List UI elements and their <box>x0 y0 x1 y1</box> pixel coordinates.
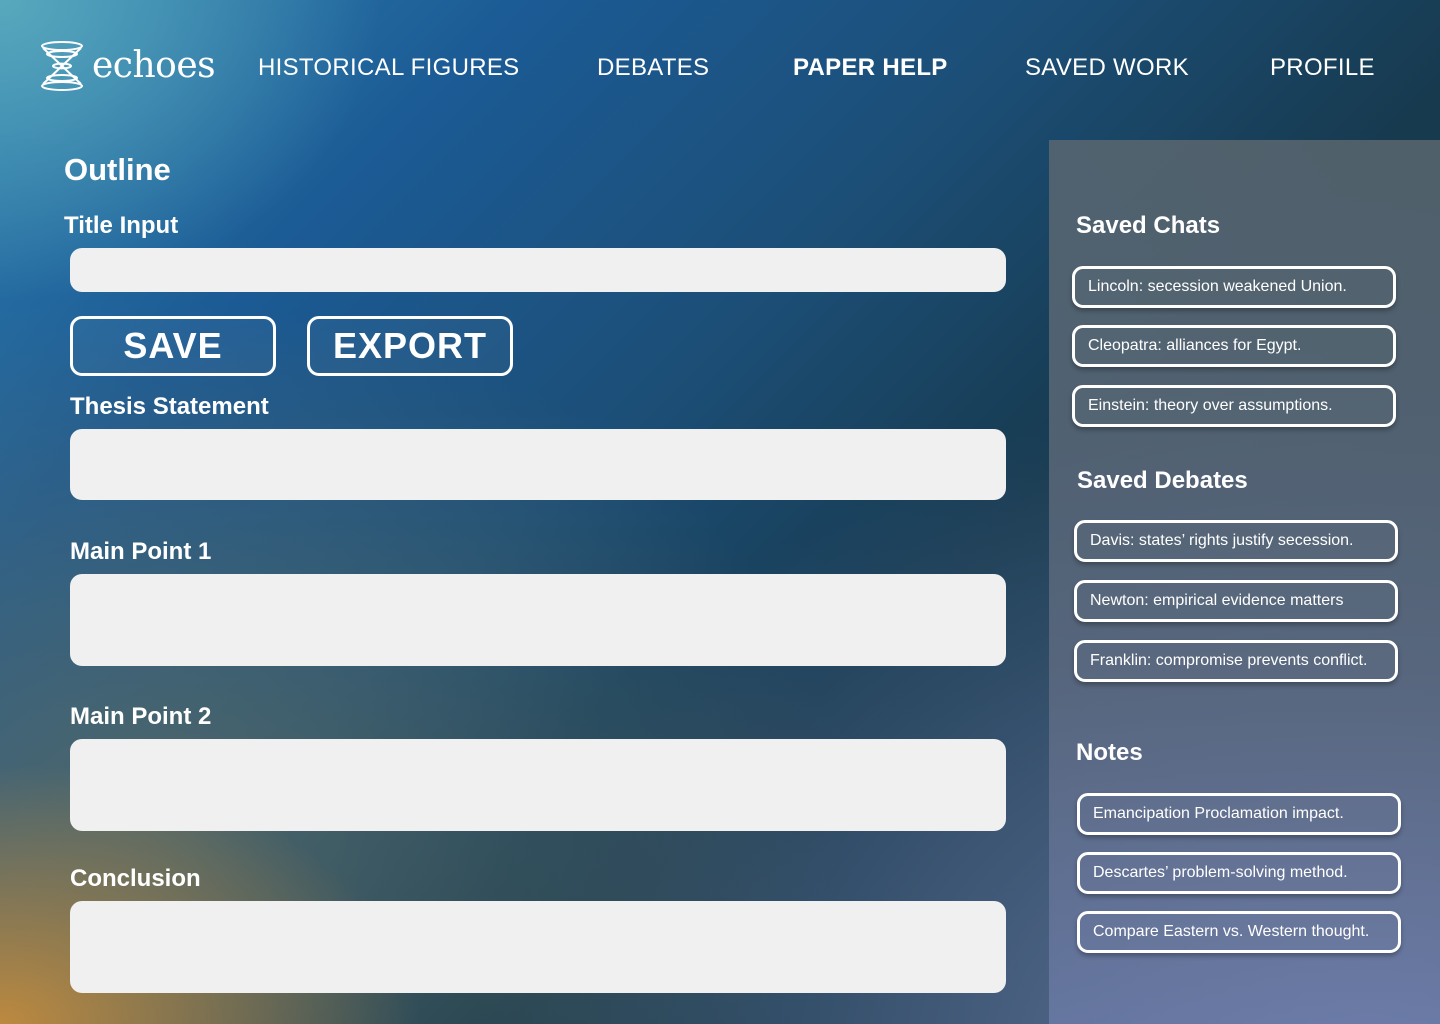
thesis-statement-field[interactable] <box>70 429 1006 500</box>
outline-heading: Outline <box>64 152 171 187</box>
note-item[interactable]: Compare Eastern vs. Western thought. <box>1077 911 1401 953</box>
saved-debate-item[interactable]: Franklin: compromise prevents conflict. <box>1074 640 1398 682</box>
main-point-1-label: Main Point 1 <box>70 538 212 565</box>
nav-historical-figures[interactable]: HISTORICAL FIGURES <box>258 54 519 82</box>
nav-profile[interactable]: PROFILE <box>1270 54 1375 82</box>
saved-debate-item[interactable]: Davis: states’ rights justify secession. <box>1074 520 1398 562</box>
brand-name: echoes <box>92 45 216 86</box>
nav-paper-help[interactable]: PAPER HELP <box>793 54 948 82</box>
saved-chat-item[interactable]: Einstein: theory over assumptions. <box>1072 385 1396 427</box>
brand-logo[interactable]: echoes <box>38 40 216 97</box>
nav-saved-work[interactable]: SAVED WORK <box>1025 54 1189 82</box>
main-point-1-field[interactable] <box>70 574 1006 666</box>
note-item[interactable]: Descartes’ problem-solving method. <box>1077 852 1401 894</box>
saved-debates-heading: Saved Debates <box>1077 467 1248 494</box>
conclusion-label: Conclusion <box>70 865 201 892</box>
saved-debate-item[interactable]: Newton: empirical evidence matters <box>1074 580 1398 622</box>
conclusion-field[interactable] <box>70 901 1006 993</box>
saved-chat-item[interactable]: Lincoln: secession weakened Union. <box>1072 266 1396 308</box>
saved-chat-item[interactable]: Cleopatra: alliances for Egypt. <box>1072 325 1396 367</box>
save-button[interactable]: SAVE <box>70 316 276 376</box>
thesis-statement-label: Thesis Statement <box>70 393 269 420</box>
title-input[interactable] <box>70 248 1006 292</box>
notes-heading: Notes <box>1076 739 1143 766</box>
hourglass-rings-logo-icon <box>38 40 86 97</box>
main-point-2-label: Main Point 2 <box>70 703 212 730</box>
main-point-2-field[interactable] <box>70 739 1006 831</box>
export-button[interactable]: EXPORT <box>307 316 513 376</box>
nav-debates[interactable]: DEBATES <box>597 54 709 82</box>
title-input-label: Title Input <box>64 212 179 239</box>
saved-chats-heading: Saved Chats <box>1076 212 1221 239</box>
note-item[interactable]: Emancipation Proclamation impact. <box>1077 793 1401 835</box>
